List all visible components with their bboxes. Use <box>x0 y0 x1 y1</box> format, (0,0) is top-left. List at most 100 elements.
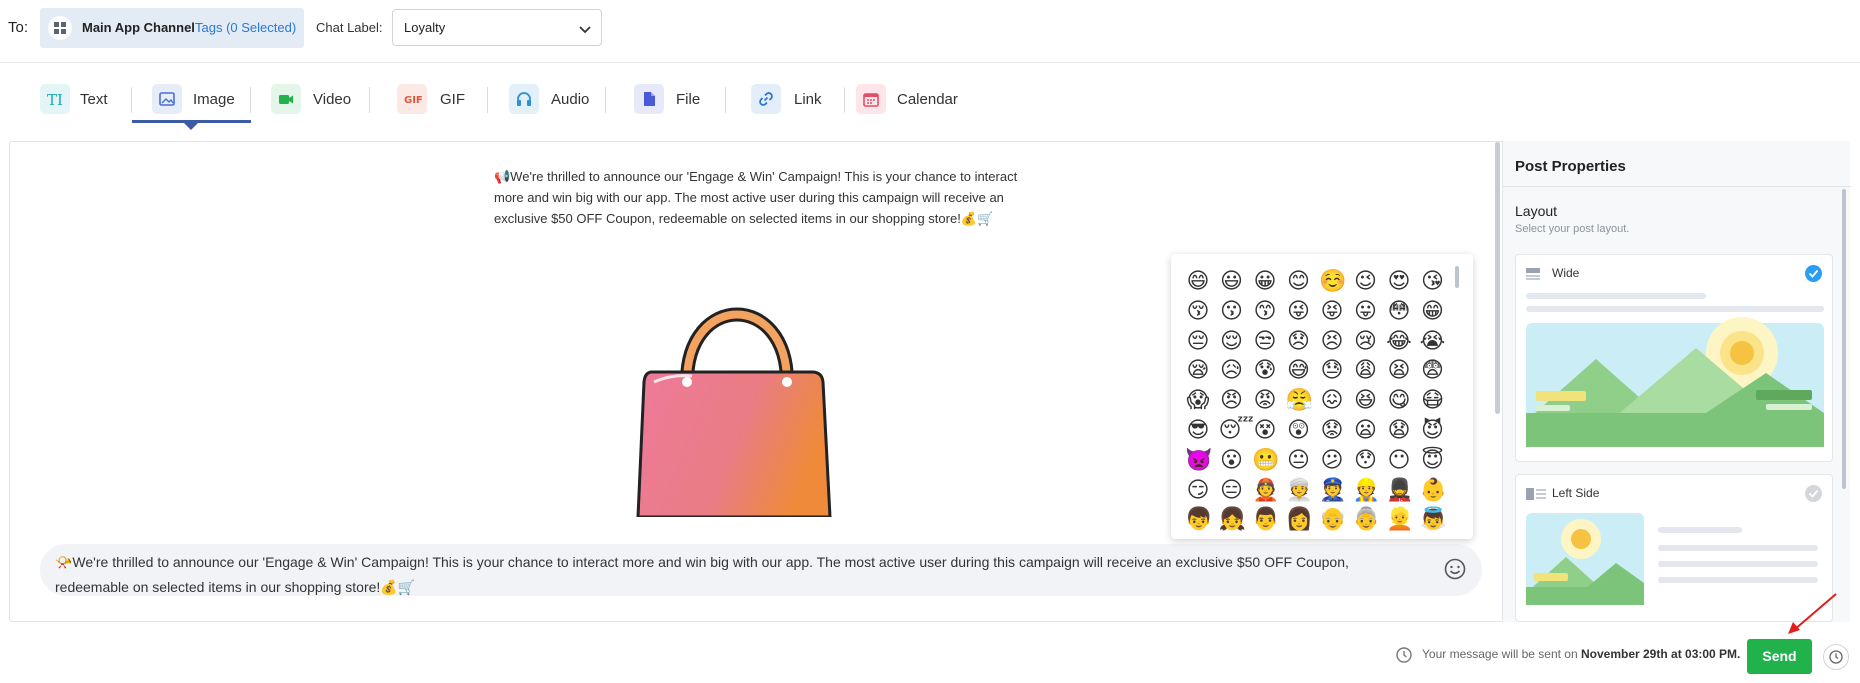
emoji-option[interactable]: 👮 <box>1319 477 1346 503</box>
emoji-option[interactable]: 😴 <box>1219 417 1254 443</box>
emoji-option[interactable]: 😡 <box>1252 387 1278 413</box>
emoji-option[interactable]: 😄 <box>1185 268 1211 294</box>
emoji-option[interactable]: 😠 <box>1219 387 1245 413</box>
emoji-picker-toggle-icon[interactable] <box>1444 558 1466 585</box>
schedule-button[interactable] <box>1823 644 1849 670</box>
emoji-option[interactable]: 😔 <box>1185 328 1211 354</box>
composer-text[interactable]: 📯We're thrilled to announce our 'Engage … <box>55 550 1425 600</box>
emoji-option[interactable]: 😗 <box>1219 298 1245 324</box>
tab-gif-label: GIF <box>440 91 465 108</box>
emoji-option[interactable]: 👷 <box>1353 477 1380 503</box>
tab-file-label: File <box>676 91 701 108</box>
emoji-option[interactable]: 😃 <box>1219 268 1245 294</box>
emoji-option[interactable]: 😶 <box>1386 447 1412 473</box>
emoji-option[interactable]: 😐 <box>1286 447 1312 473</box>
emoji-option[interactable]: 😋 <box>1386 387 1412 413</box>
emoji-option[interactable]: 😵 <box>1252 417 1278 443</box>
properties-scrollbar[interactable] <box>1842 189 1846 489</box>
emoji-option[interactable]: 😇 <box>1420 447 1446 473</box>
emoji-option[interactable]: 😆 <box>1353 387 1379 413</box>
file-icon <box>634 84 664 114</box>
app-grid-icon <box>48 16 72 40</box>
emoji-option[interactable]: 😤 <box>1286 387 1313 413</box>
emoji-option[interactable]: 😝 <box>1319 298 1345 324</box>
emoji-option[interactable]: 😈 <box>1420 417 1446 443</box>
emoji-option[interactable]: 😉 <box>1353 268 1379 294</box>
layout-subtitle: Select your post layout. <box>1515 223 1630 235</box>
emoji-option[interactable]: 👿 <box>1185 447 1212 473</box>
emoji-option[interactable]: 😎 <box>1185 417 1211 443</box>
emoji-option[interactable]: 👶 <box>1420 477 1447 503</box>
emoji-option[interactable]: 😦 <box>1353 417 1379 443</box>
emoji-option[interactable]: 😥 <box>1219 357 1245 383</box>
image-icon <box>152 84 182 114</box>
emoji-option[interactable]: 😓 <box>1319 357 1345 383</box>
channel-tags-link[interactable]: Tags (0 Selected) <box>195 20 296 35</box>
emoji-option[interactable]: 😪 <box>1185 357 1211 383</box>
emoji-option[interactable]: 😭 <box>1420 328 1446 354</box>
emoji-option[interactable]: 😏 <box>1185 477 1211 503</box>
emoji-option[interactable]: 😬 <box>1252 447 1279 473</box>
emoji-option[interactable]: 😙 <box>1252 298 1278 324</box>
emoji-option[interactable]: 👲 <box>1252 477 1279 503</box>
send-button[interactable]: Send <box>1747 639 1812 674</box>
emoji-option[interactable]: 😀 <box>1252 268 1278 294</box>
editor-scrollbar[interactable] <box>1495 142 1500 414</box>
emoji-option[interactable]: 😳 <box>1386 298 1412 324</box>
emoji-option[interactable]: 👴 <box>1319 506 1346 532</box>
emoji-option[interactable]: 😛 <box>1353 298 1379 324</box>
emoji-option[interactable]: 😰 <box>1252 357 1278 383</box>
clock-icon <box>1829 650 1843 664</box>
tab-calendar-label: Calendar <box>897 91 958 108</box>
emoji-option[interactable]: 😅 <box>1286 357 1312 383</box>
emoji-option[interactable]: 😯 <box>1353 447 1379 473</box>
emoji-option[interactable]: 😚 <box>1185 298 1211 324</box>
emoji-option[interactable]: 😕 <box>1319 447 1345 473</box>
emoji-option[interactable]: 👦 <box>1185 506 1212 532</box>
to-label: To: <box>8 19 29 36</box>
emoji-option[interactable]: 👱 <box>1386 506 1413 532</box>
emoji-option[interactable]: 😒 <box>1252 328 1278 354</box>
emoji-option[interactable]: 💂 <box>1386 477 1413 503</box>
emoji-option[interactable]: 👧 <box>1219 506 1246 532</box>
emoji-option[interactable]: 😟 <box>1319 417 1345 443</box>
chat-label-select[interactable]: Loyalty <box>392 9 602 46</box>
emoji-option[interactable]: 😣 <box>1319 328 1345 354</box>
tab-divider <box>725 87 726 113</box>
emoji-option[interactable]: 😍 <box>1386 268 1412 294</box>
emoji-option[interactable]: 😱 <box>1185 387 1211 413</box>
emoji-option[interactable]: 👳 <box>1286 477 1313 503</box>
layout-option-wide[interactable]: Wide <box>1515 254 1833 462</box>
emoji-option[interactable]: 👵 <box>1353 506 1380 532</box>
emoji-option[interactable]: 😧 <box>1386 417 1412 443</box>
channel-chip[interactable]: Main App Channel Tags (0 Selected) <box>40 8 304 48</box>
emoji-option[interactable]: 😫 <box>1386 357 1412 383</box>
emoji-option[interactable]: 😁 <box>1420 298 1446 324</box>
emoji-option[interactable]: 😮 <box>1219 447 1245 473</box>
emoji-option[interactable]: 😑 <box>1219 477 1245 503</box>
emoji-option[interactable]: 😲 <box>1286 417 1312 443</box>
shopping-bag-image <box>632 302 862 522</box>
emoji-option[interactable]: ☺️ <box>1319 268 1346 294</box>
channel-name: Main App Channel <box>82 20 195 35</box>
emoji-option[interactable]: 😘 <box>1420 268 1446 294</box>
emoji-option[interactable]: 😜 <box>1286 298 1312 324</box>
emoji-option[interactable]: 😞 <box>1286 328 1312 354</box>
emoji-scrollbar[interactable] <box>1455 266 1459 288</box>
emoji-option[interactable]: 👨 <box>1252 506 1279 532</box>
emoji-option[interactable]: 👩 <box>1286 506 1313 532</box>
emoji-option[interactable]: 😊 <box>1286 268 1312 294</box>
calendar-icon <box>856 84 886 114</box>
message-composer[interactable]: 📯We're thrilled to announce our 'Engage … <box>40 544 1482 596</box>
emoji-option[interactable]: 😩 <box>1353 357 1379 383</box>
emoji-option[interactable]: 😖 <box>1319 387 1345 413</box>
emoji-option[interactable]: 😂 <box>1386 328 1412 354</box>
chat-label-title: Chat Label: <box>316 20 383 35</box>
svg-text:GIF: GIF <box>404 95 422 106</box>
emoji-option[interactable]: 😢 <box>1353 328 1379 354</box>
layout-title: Layout <box>1515 203 1558 219</box>
emoji-option[interactable]: 😌 <box>1219 328 1245 354</box>
emoji-option[interactable]: 😨 <box>1420 357 1446 383</box>
emoji-option[interactable]: 😷 <box>1420 387 1446 413</box>
emoji-option[interactable]: 👼 <box>1420 506 1447 532</box>
